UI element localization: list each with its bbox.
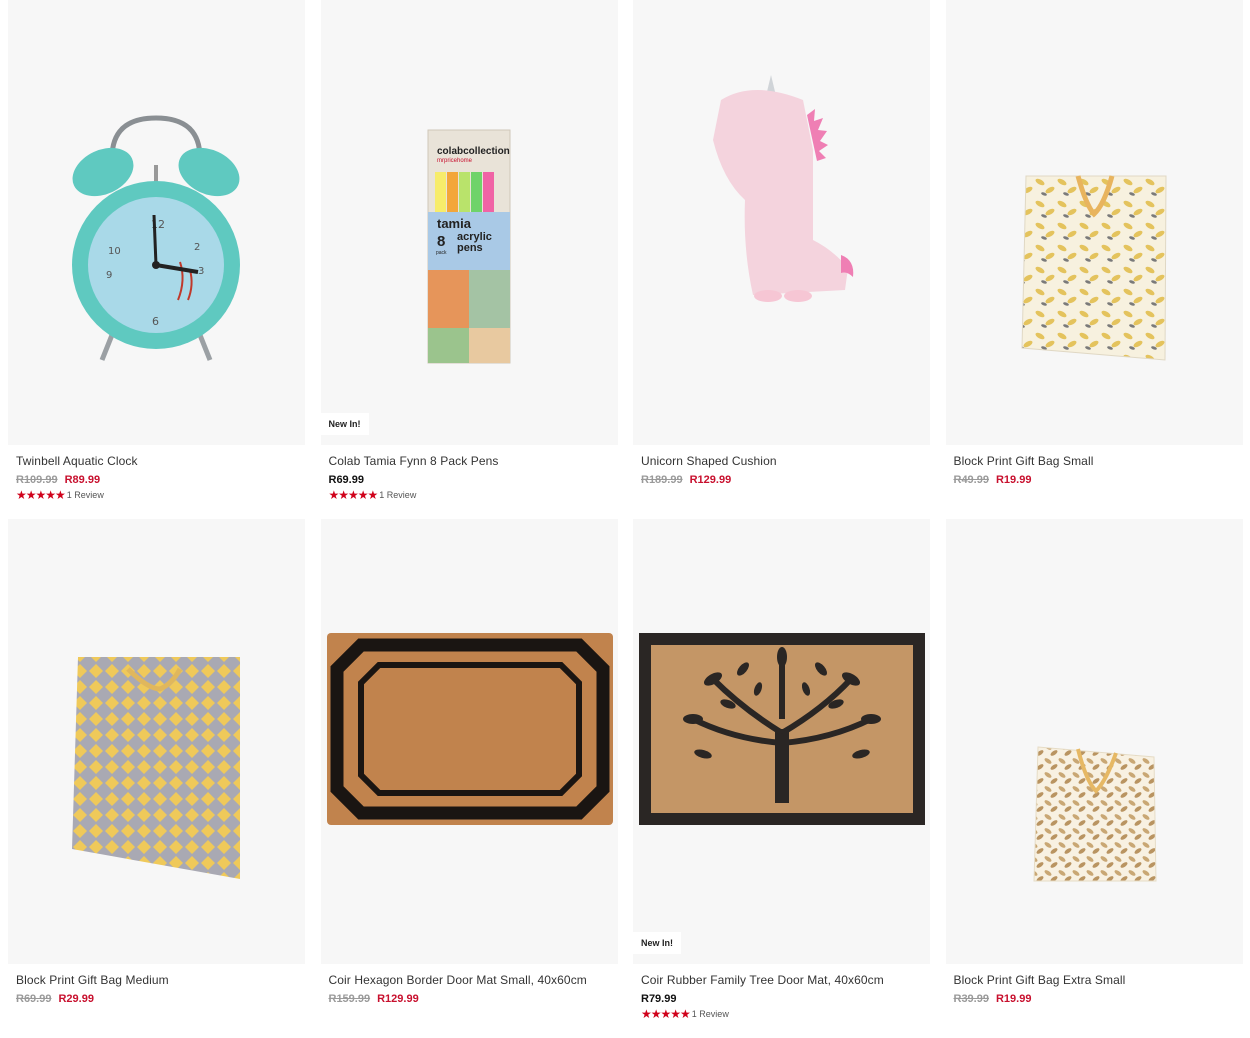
- rating[interactable]: ★★★★★ 1 Review: [16, 489, 297, 501]
- svg-text:6: 6: [152, 315, 159, 328]
- original-price: R189.99: [641, 474, 683, 486]
- product-name[interactable]: Block Print Gift Bag Medium: [16, 973, 297, 987]
- price-row: R109.99 R89.99: [16, 473, 297, 487]
- product-card[interactable]: Coir Hexagon Border Door Mat Small, 40x6…: [320, 519, 618, 1038]
- product-name[interactable]: Coir Hexagon Border Door Mat Small, 40x6…: [329, 973, 610, 987]
- sale-price: R19.99: [995, 993, 1032, 1005]
- product-name[interactable]: Colab Tamia Fynn 8 Pack Pens: [329, 454, 610, 468]
- pen-box-brand: colabcollection: [437, 146, 510, 157]
- regular-price: R79.99: [641, 993, 677, 1005]
- pen-box-count: 8: [437, 233, 445, 250]
- original-price: R39.99: [953, 993, 989, 1005]
- product-card[interactable]: New In! Coir Rubber Family Tree Door Mat…: [633, 519, 930, 1038]
- tree-door-mat-image: [639, 633, 925, 825]
- product-card[interactable]: Block Print Gift Bag Small R49.99 R19.99: [945, 0, 1243, 519]
- original-price: R109.99: [16, 474, 58, 486]
- unicorn-cushion-image: [713, 75, 854, 302]
- product-name[interactable]: Block Print Gift Bag Small: [954, 454, 1235, 468]
- star-rating-icon: ★★★★★: [328, 488, 379, 502]
- product-image[interactable]: [945, 519, 1243, 964]
- pen-box-count-unit: pack: [436, 250, 447, 256]
- star-rating-icon: ★★★★★: [641, 1007, 691, 1021]
- price-row: R79.99: [641, 992, 922, 1006]
- product-name[interactable]: Unicorn Shaped Cushion: [641, 454, 922, 468]
- product-grid: 12 10 2 3 9 6 Twinbell Aquatic Clock R10…: [0, 0, 1250, 1038]
- price-row: R69.99: [329, 473, 610, 487]
- price-row: R49.99 R19.99: [954, 473, 1235, 487]
- original-price: R69.99: [16, 993, 52, 1005]
- original-price: R159.99: [328, 993, 371, 1005]
- price-row: R189.99 R129.99: [641, 473, 922, 487]
- product-image[interactable]: [320, 519, 618, 964]
- star-rating-icon: ★★★★★: [16, 488, 66, 502]
- svg-text:10: 10: [108, 246, 121, 257]
- gift-bag-small-image: [1020, 175, 1167, 361]
- new-in-badge: New In!: [633, 932, 682, 954]
- product-image[interactable]: [945, 0, 1243, 445]
- gift-bag-extra-small-image: [1032, 746, 1157, 882]
- sale-price: R29.99: [58, 993, 94, 1005]
- product-card[interactable]: Unicorn Shaped Cushion R189.99 R129.99: [633, 0, 930, 519]
- review-count[interactable]: 1 Review: [379, 490, 416, 500]
- product-image[interactable]: [633, 0, 930, 445]
- hexagon-door-mat-image: [326, 633, 613, 825]
- product-image[interactable]: [8, 519, 305, 964]
- original-price: R49.99: [953, 474, 989, 486]
- rating[interactable]: ★★★★★ 1 Review: [329, 489, 610, 501]
- new-in-badge: New In!: [320, 413, 369, 435]
- sale-price: R129.99: [377, 993, 419, 1005]
- product-image[interactable]: 12 10 2 3 9 6: [8, 0, 305, 445]
- review-count[interactable]: 1 Review: [692, 1009, 729, 1019]
- review-count[interactable]: 1 Review: [67, 490, 104, 500]
- price-row: R159.99 R129.99: [329, 992, 610, 1006]
- regular-price: R69.99: [328, 474, 364, 486]
- pen-box-sub: mrpricehome: [437, 158, 473, 164]
- price-row: R69.99 R29.99: [16, 992, 297, 1006]
- product-name[interactable]: Coir Rubber Family Tree Door Mat, 40x60c…: [641, 973, 922, 987]
- sale-price: R129.99: [689, 474, 732, 486]
- product-name[interactable]: Twinbell Aquatic Clock: [16, 454, 297, 468]
- svg-text:9: 9: [106, 270, 112, 281]
- sale-price: R89.99: [64, 474, 101, 486]
- rating[interactable]: ★★★★★ 1 Review: [641, 1008, 922, 1020]
- pen-box-line3: pens: [457, 242, 483, 254]
- product-card[interactable]: Block Print Gift Bag Extra Small R39.99 R…: [945, 519, 1243, 1038]
- product-image[interactable]: New In!: [633, 519, 930, 964]
- price-row: R39.99 R19.99: [954, 992, 1235, 1006]
- gift-bag-medium-image: [72, 657, 240, 879]
- product-image[interactable]: colabcollection mrpricehome tamia 8 pack…: [320, 0, 618, 445]
- svg-text:3: 3: [198, 266, 204, 277]
- svg-text:2: 2: [194, 242, 200, 253]
- pen-box-line1: tamia: [437, 216, 472, 231]
- product-name[interactable]: Block Print Gift Bag Extra Small: [954, 973, 1235, 987]
- sale-price: R19.99: [995, 474, 1032, 486]
- acrylic-pens-box-image: colabcollection mrpricehome tamia 8 pack…: [427, 129, 510, 364]
- product-card[interactable]: 12 10 2 3 9 6 Twinbell Aquatic Clock R10…: [8, 0, 305, 519]
- aquatic-alarm-clock-image: 12 10 2 3 9 6: [72, 115, 240, 361]
- product-card[interactable]: colabcollection mrpricehome tamia 8 pack…: [320, 0, 618, 519]
- product-card[interactable]: Block Print Gift Bag Medium R69.99 R29.99: [8, 519, 305, 1038]
